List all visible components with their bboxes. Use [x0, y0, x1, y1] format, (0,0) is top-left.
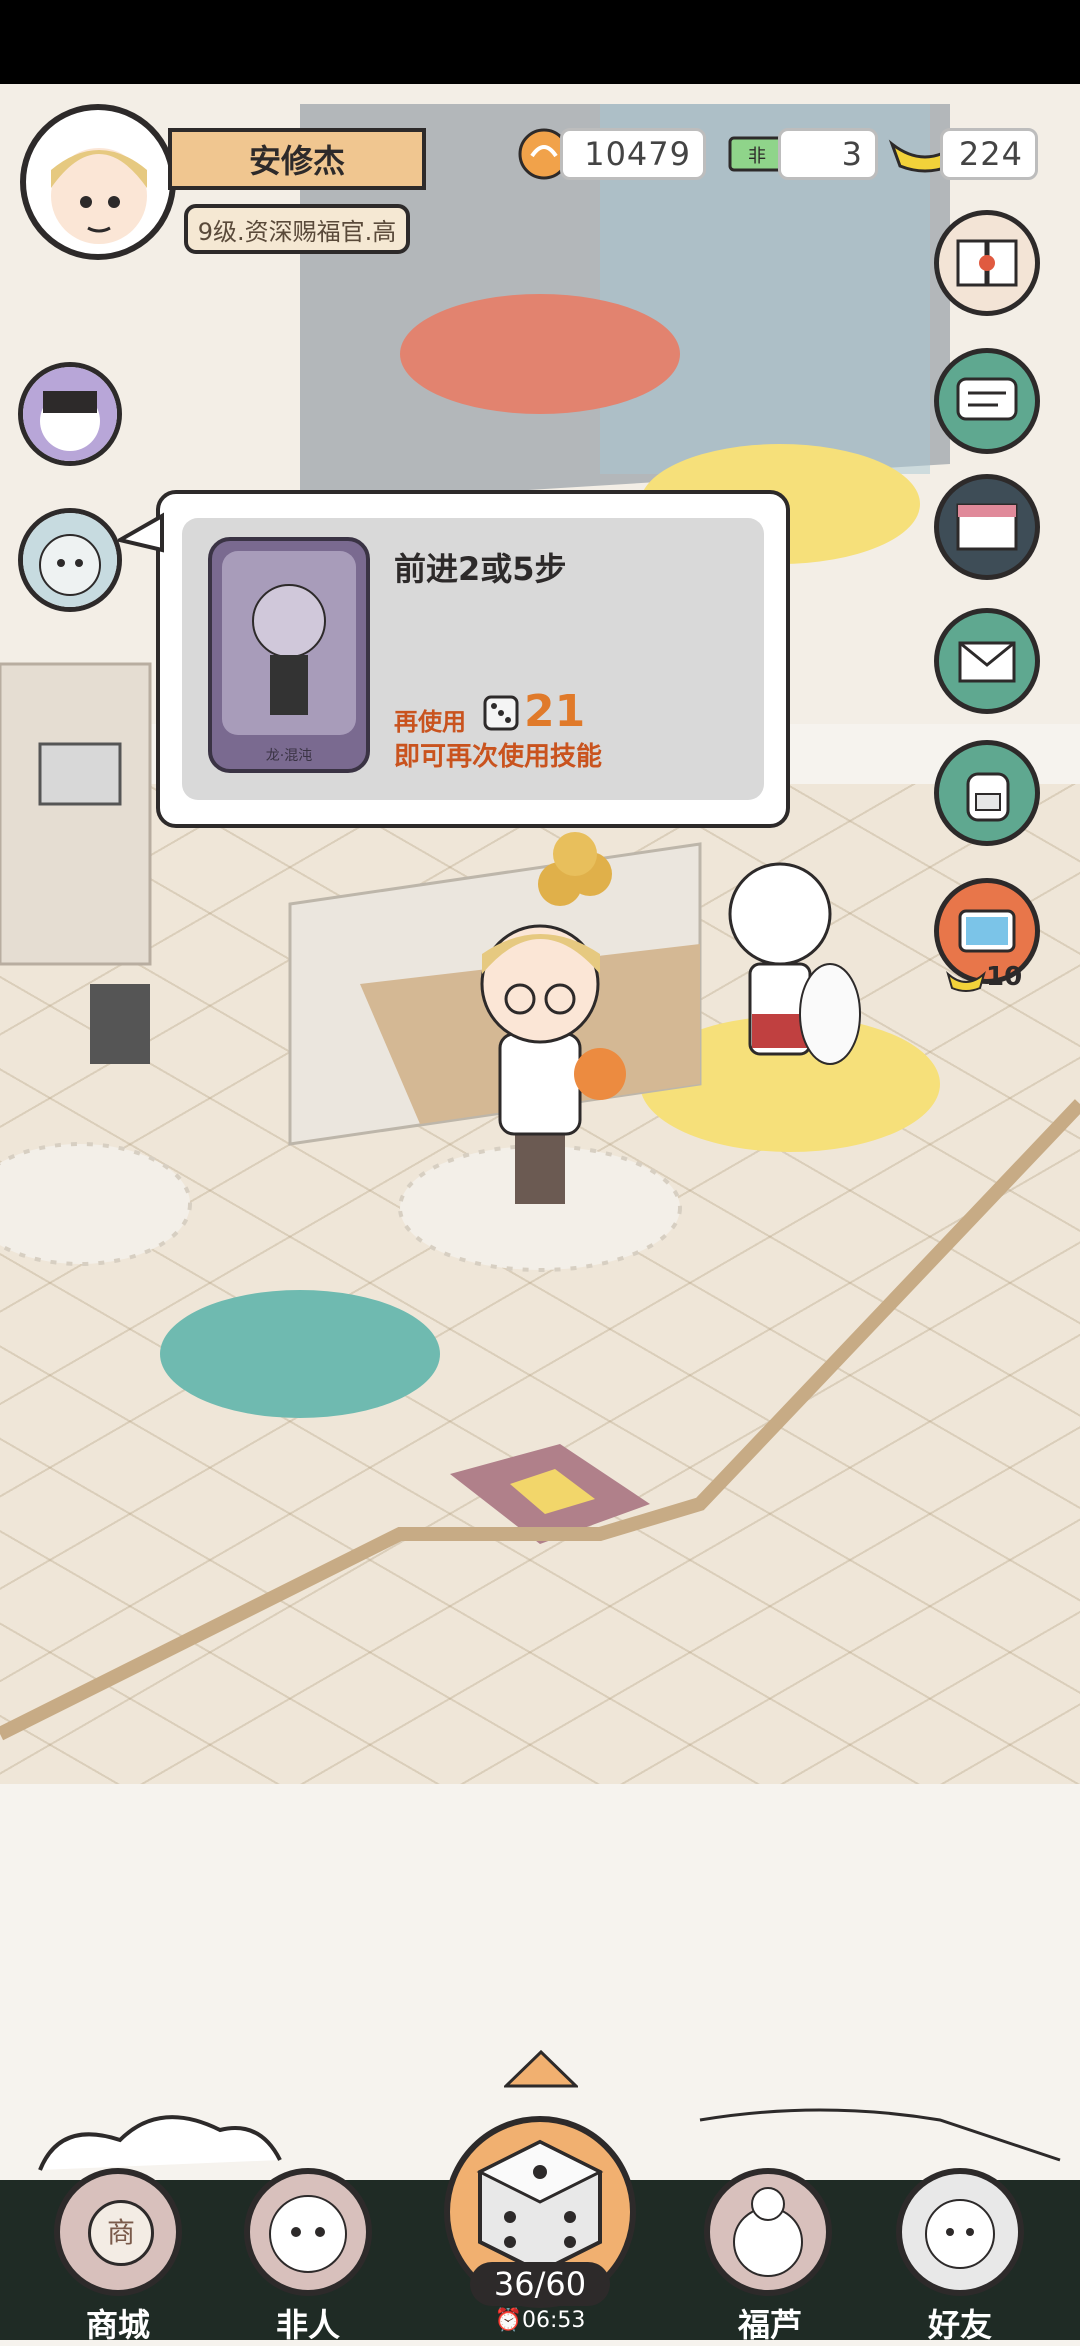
reuse-suffix: 即可再次使用技能 — [394, 742, 603, 772]
dice-count: 36/60 — [470, 2262, 610, 2306]
shop-icon: 商 — [88, 2200, 154, 2266]
avatar-face-icon — [51, 148, 147, 244]
nav-friends-label: 好友 — [927, 2306, 992, 2344]
player-avatar[interactable] — [20, 104, 176, 260]
nav-fulu-label: 福芦 — [737, 2306, 802, 2344]
dice-icon — [483, 695, 519, 731]
cloud-currency: 10479 — [560, 128, 706, 180]
skill-card[interactable]: 龙·混沌 — [208, 537, 370, 773]
reuse-count: 21 — [524, 686, 586, 737]
ad-cost: 10 — [986, 962, 1023, 992]
ticket-currency: 3 — [778, 128, 878, 180]
mail-icon[interactable] — [934, 608, 1040, 714]
office-board — [0, 84, 1080, 1741]
friend-avatar-girl[interactable] — [18, 362, 122, 466]
game-scene[interactable] — [0, 84, 1080, 1784]
gold-ingot-icon — [946, 970, 986, 992]
skill-title: 前进2或5步 — [394, 550, 567, 588]
status-bar — [0, 0, 1080, 84]
dragon-icon — [269, 2195, 347, 2273]
popup-pointer — [118, 512, 164, 553]
calendar-icon[interactable] — [934, 474, 1040, 580]
fox-npc — [728, 862, 861, 1065]
player-rank: 9级.资深赐福官.高 — [184, 204, 410, 254]
friend-avatar-icon — [925, 2199, 995, 2269]
teal-mat — [160, 1290, 440, 1418]
nav-feiren-button[interactable] — [244, 2168, 372, 2296]
nav-shop-button[interactable]: 商 — [54, 2168, 182, 2296]
expand-arrow-icon[interactable] — [504, 2050, 578, 2090]
reuse-prefix: 再使用 — [394, 708, 466, 736]
chat-icon[interactable] — [934, 348, 1040, 454]
backpack-icon[interactable] — [934, 740, 1040, 846]
red-mat — [400, 294, 680, 414]
nav-fulu-button[interactable] — [704, 2168, 832, 2296]
nav-shop-label: 商城 — [85, 2306, 150, 2344]
skill-card-art — [222, 551, 356, 735]
nav-feiren-label: 非人 — [275, 2306, 340, 2344]
dice-timer: ⏰06:53 — [494, 2308, 586, 2333]
gourd-icon — [733, 2187, 803, 2277]
player-name: 安修杰 — [168, 128, 426, 190]
skill-card-label: 龙·混沌 — [265, 748, 313, 764]
nav-friends-button[interactable] — [896, 2168, 1024, 2296]
book-icon[interactable] — [934, 210, 1040, 316]
svg-text:非: 非 — [748, 146, 766, 167]
friend-avatar-dragon[interactable] — [18, 508, 122, 612]
gold-currency: 224 — [940, 128, 1038, 180]
